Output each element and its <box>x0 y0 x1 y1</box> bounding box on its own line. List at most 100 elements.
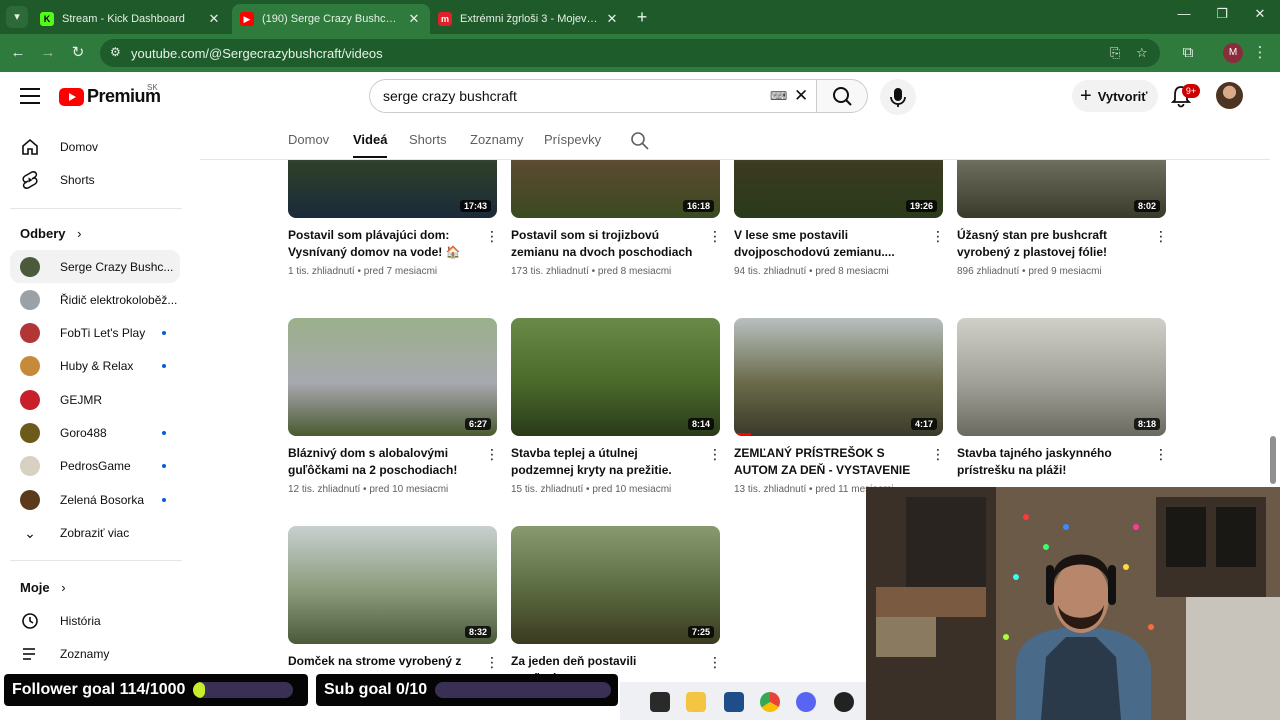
video-more-icon[interactable]: ⋮ <box>1154 228 1168 244</box>
tab-posts[interactable]: Príspevky <box>544 132 601 147</box>
back-icon[interactable]: ← <box>8 43 28 63</box>
video-card[interactable]: 7:25Za jeden deň postavili zemľanku.⋮ <box>511 526 722 685</box>
sidebar-subscription[interactable]: PedrosGame <box>10 450 180 483</box>
sidebar-subscription[interactable]: Zelená Bosorka <box>10 483 180 516</box>
voice-search-button[interactable] <box>880 79 916 115</box>
video-more-icon[interactable]: ⋮ <box>708 654 722 670</box>
minimize-icon[interactable]: — <box>1174 6 1194 21</box>
sidebar-subscription[interactable]: Serge Crazy Bushc... <box>10 250 180 283</box>
video-card[interactable]: 19:26 V lese sme postavili dvojposchodovú… <box>734 160 945 277</box>
video-thumbnail[interactable]: 7:25 <box>511 526 720 644</box>
video-thumbnail[interactable]: 4:17 <box>734 318 943 436</box>
keyboard-icon[interactable]: ⌨ <box>770 89 787 103</box>
new-tab-icon[interactable]: + <box>632 6 652 28</box>
video-thumbnail[interactable]: 17:43 <box>288 160 497 218</box>
video-more-icon[interactable]: ⋮ <box>931 446 945 462</box>
browser-menu-icon[interactable]: ⋮ <box>1250 43 1270 63</box>
video-thumbnail[interactable]: 8:32 <box>288 526 497 644</box>
video-thumbnail[interactable]: 6:27 <box>288 318 497 436</box>
video-title[interactable]: Stavba tajného jaskynného prístrešku na … <box>957 445 1143 479</box>
video-more-icon[interactable]: ⋮ <box>708 446 722 462</box>
video-thumbnail[interactable]: 8:18 <box>957 318 1166 436</box>
sidebar-item-home[interactable]: Domov <box>10 130 180 163</box>
browser-profile-avatar[interactable]: M <box>1223 43 1243 63</box>
video-metadata: 173 tis. zhliadnutí • pred 8 mesiacmi <box>511 266 672 277</box>
address-bar[interactable]: ⚙ youtube.com/@Sergecrazybushcraft/video… <box>100 39 1160 67</box>
video-more-icon[interactable]: ⋮ <box>485 446 499 462</box>
browser-tab-youtube[interactable]: ▶ (190) Serge Crazy Bushcraft - YouTube … <box>232 4 430 34</box>
subscriptions-heading[interactable]: Odbery › <box>20 226 81 241</box>
video-more-icon[interactable]: ⋮ <box>1154 446 1168 462</box>
extensions-icon[interactable]: ⧉ <box>1178 43 1198 63</box>
sidebar-subscription[interactable]: Řidič elektrokoloběž... <box>10 283 180 316</box>
video-card[interactable]: 8:02 Úžasný stan pre bushcraft vyrobený z… <box>957 160 1168 277</box>
video-duration: 8:18 <box>1133 418 1160 430</box>
video-thumbnail[interactable]: 8:14 <box>511 318 720 436</box>
video-title[interactable]: Bláznivý dom s alobalovými guľôčkami na … <box>288 445 474 479</box>
sidebar-subscription[interactable]: GEJMR <box>10 383 180 416</box>
search-icon <box>833 87 852 106</box>
tab-home[interactable]: Domov <box>288 132 329 147</box>
search-button[interactable] <box>816 79 868 113</box>
discord-icon[interactable] <box>796 692 816 712</box>
video-card[interactable]: 6:27 Bláznivý dom s alobalovými guľôčkami… <box>288 318 499 495</box>
you-heading[interactable]: Moje › <box>20 580 66 595</box>
create-button[interactable]: + Vytvoriť <box>1072 80 1158 112</box>
video-more-icon[interactable]: ⋮ <box>485 228 499 244</box>
forward-icon[interactable]: → <box>38 43 58 63</box>
video-thumbnail[interactable]: 19:26 <box>734 160 943 218</box>
youtube-premium-logo[interactable]: Premium SK <box>59 83 161 107</box>
video-title[interactable]: ZEMĽANÝ PRÍSTREŠOK S AUTOM ZA DEŇ - VYST… <box>734 445 920 479</box>
video-title[interactable]: Domček na strome vyrobený z <box>288 653 474 670</box>
tab-shorts[interactable]: Shorts <box>409 132 447 147</box>
video-more-icon[interactable]: ⋮ <box>485 654 499 670</box>
video-more-icon[interactable]: ⋮ <box>708 228 722 244</box>
channel-search-icon[interactable] <box>630 131 650 151</box>
tab-playlists[interactable]: Zoznamy <box>470 132 523 147</box>
video-title[interactable]: Úžasný stan pre bushcraft vyrobený z pla… <box>957 227 1143 261</box>
sidebar-item-playlists[interactable]: Zoznamy <box>10 637 180 670</box>
restore-icon[interactable]: ❐ <box>1212 6 1232 22</box>
show-more-button[interactable]: ⌄ Zobraziť viac <box>10 516 180 549</box>
video-thumbnail[interactable]: 16:18 <box>511 160 720 218</box>
video-title[interactable]: Stavba teplej a útulnej podzemnej kryty … <box>511 445 697 479</box>
video-more-icon[interactable]: ⋮ <box>931 228 945 244</box>
install-app-icon[interactable]: ⎘ <box>1110 45 1120 61</box>
store-icon[interactable] <box>724 692 744 712</box>
sidebar-subscription[interactable]: FobTi Let's Play <box>10 317 180 350</box>
video-card[interactable]: 8:32 Domček na strome vyrobený z ⋮ <box>288 526 499 670</box>
bookmark-star-icon[interactable]: ☆ <box>1136 45 1148 61</box>
video-title[interactable]: Postavil som si trojizbovú zemianu na dv… <box>511 227 697 261</box>
site-info-icon[interactable]: ⚙ <box>110 45 121 59</box>
video-card[interactable]: 8:14 Stavba teplej a útulnej podzemnej kr… <box>511 318 722 495</box>
browser-tab-mojevideo[interactable]: m Extrémni žgrloši 3 - Mojevideo ✕ <box>430 4 628 34</box>
reload-icon[interactable]: ↻ <box>68 43 88 63</box>
obs-icon[interactable] <box>834 692 854 712</box>
sidebar-item-history[interactable]: História <box>10 604 180 637</box>
video-card[interactable]: 8:18 Stavba tajného jaskynného prístrešku… <box>957 318 1168 477</box>
tab-videos[interactable]: Videá <box>353 132 387 147</box>
sidebar-item-shorts[interactable]: Shorts <box>10 163 180 196</box>
video-card[interactable]: 17:43 Postavil som plávajúci dom: Vysníva… <box>288 160 499 277</box>
guide-menu-icon[interactable] <box>20 88 40 104</box>
tab-search-icon[interactable]: ▾ <box>6 6 28 28</box>
window-close-icon[interactable]: ✕ <box>1250 6 1270 22</box>
video-card[interactable]: 16:18 Postavil som si trojizbovú zemianu … <box>511 160 722 277</box>
search-input[interactable]: serge crazy bushcraft ⌨ ✕ <box>369 79 817 113</box>
page-scrollbar[interactable] <box>1270 436 1276 484</box>
account-avatar[interactable] <box>1216 82 1243 109</box>
chrome-icon[interactable] <box>760 692 780 712</box>
tab-close-icon[interactable]: ✕ <box>406 11 422 27</box>
sidebar-subscription[interactable]: Goro488 <box>10 417 180 450</box>
video-card[interactable]: 4:17 ZEMĽANÝ PRÍSTREŠOK S AUTOM ZA DEŇ - … <box>734 318 945 495</box>
browser-tab-kick[interactable]: K Stream - Kick Dashboard ✕ <box>32 4 230 34</box>
task-view-icon[interactable] <box>650 692 670 712</box>
tab-close-icon[interactable]: ✕ <box>206 11 222 27</box>
clear-search-icon[interactable]: ✕ <box>794 86 808 106</box>
sidebar-subscription[interactable]: Huby & Relax <box>10 350 180 383</box>
tab-close-icon[interactable]: ✕ <box>604 11 620 27</box>
video-title[interactable]: Postavil som plávajúci dom: Vysnívaný do… <box>288 227 474 261</box>
file-explorer-icon[interactable] <box>686 692 706 712</box>
video-title[interactable]: V lese sme postavili dvojposchodovú zemi… <box>734 227 920 261</box>
video-thumbnail[interactable]: 8:02 <box>957 160 1166 218</box>
